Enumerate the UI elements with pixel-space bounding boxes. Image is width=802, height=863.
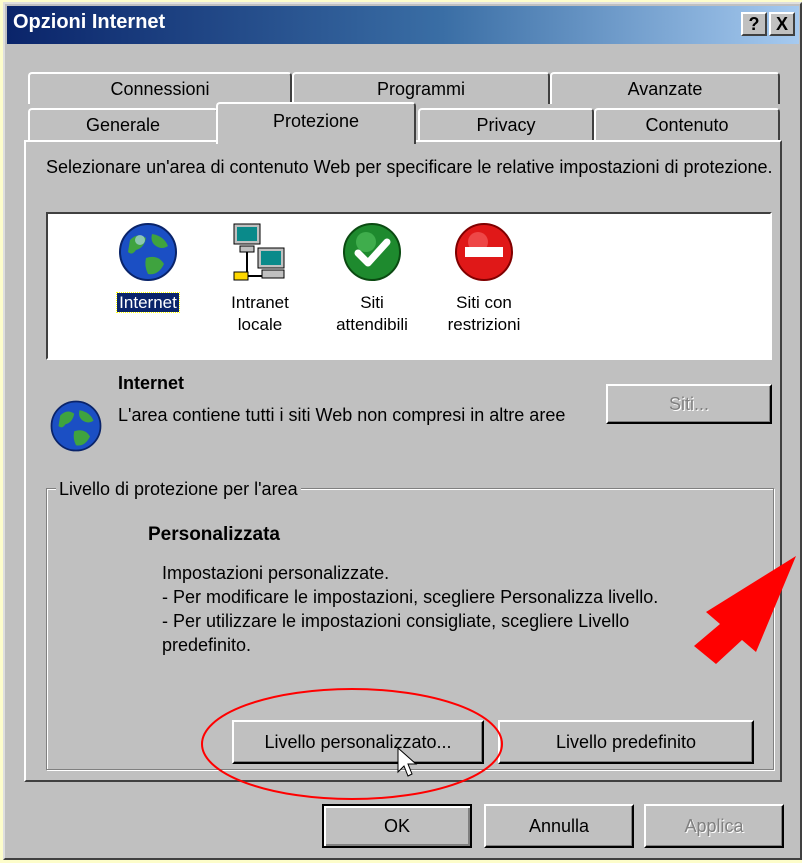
tab-protezione[interactable]: Protezione	[216, 102, 416, 144]
mouse-cursor-icon	[397, 746, 418, 777]
highlight-ellipse	[201, 688, 503, 800]
red-arrow-icon	[694, 556, 796, 664]
